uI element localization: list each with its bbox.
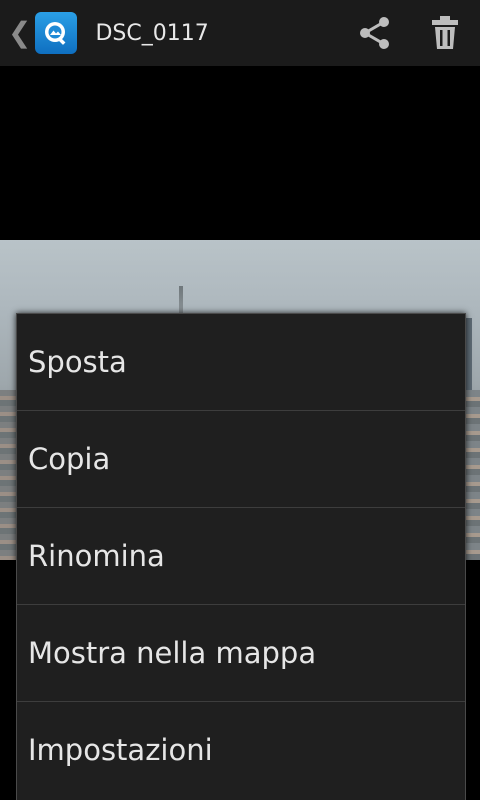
menu-item-rename[interactable]: Rinomina bbox=[17, 508, 465, 605]
share-icon bbox=[360, 17, 389, 49]
menu-item-label: Impostazioni bbox=[28, 733, 213, 767]
share-button[interactable] bbox=[340, 0, 410, 66]
menu-item-label: Sposta bbox=[28, 345, 127, 379]
overflow-menu: Sposta Copia Rinomina Mostra nella mappa… bbox=[16, 313, 466, 800]
photo-spire bbox=[179, 286, 183, 316]
menu-item-label: Mostra nella mappa bbox=[28, 636, 317, 670]
screen: ❮ DSC_0117 Sposta Copia Rinomina Mostra … bbox=[0, 0, 480, 800]
gallery-app-icon bbox=[35, 12, 78, 54]
page-title: DSC_0117 bbox=[95, 20, 209, 46]
menu-item-copy[interactable]: Copia bbox=[17, 411, 465, 508]
up-button[interactable]: ❮ bbox=[0, 0, 89, 66]
menu-item-show-on-map[interactable]: Mostra nella mappa bbox=[17, 605, 465, 702]
delete-button[interactable] bbox=[410, 0, 480, 66]
menu-item-label: Rinomina bbox=[28, 539, 165, 573]
menu-item-move[interactable]: Sposta bbox=[17, 314, 465, 411]
trash-icon bbox=[432, 16, 458, 49]
menu-item-label: Copia bbox=[28, 442, 111, 476]
action-bar: ❮ DSC_0117 bbox=[0, 0, 480, 66]
back-chevron-icon: ❮ bbox=[8, 16, 32, 49]
menu-item-settings[interactable]: Impostazioni bbox=[17, 702, 465, 798]
